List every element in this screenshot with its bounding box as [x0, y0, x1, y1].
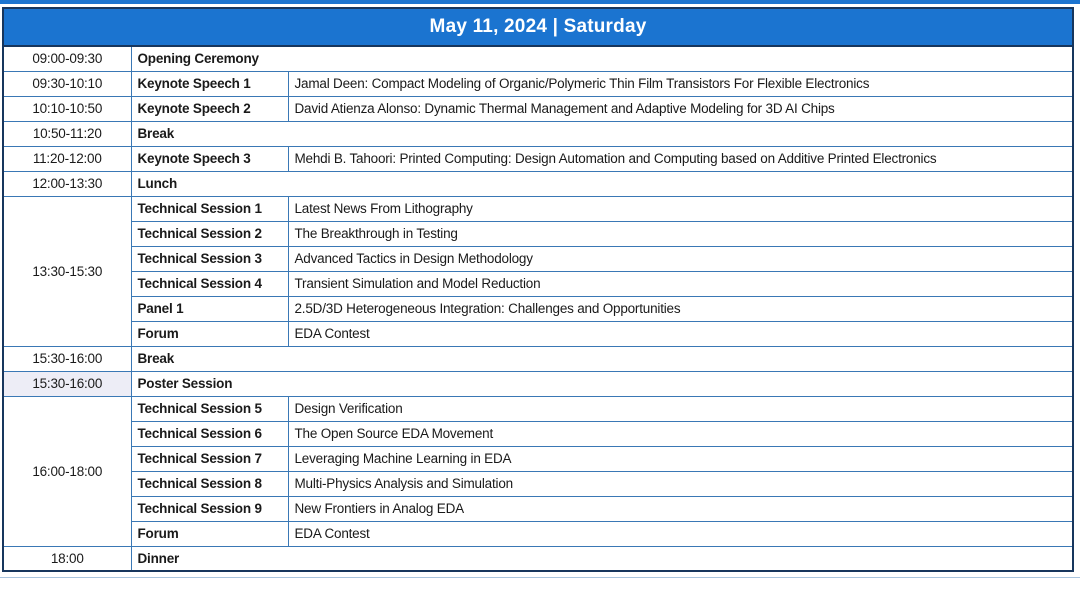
schedule-row: 18:00Dinner [3, 546, 1073, 571]
schedule-row: 12:00-13:30Lunch [3, 171, 1073, 196]
schedule-date-title: May 11, 2024 | Saturday [3, 8, 1073, 46]
session-cell: Panel 1 [131, 296, 288, 321]
description-cell: EDA Contest [288, 521, 1073, 546]
description-cell: New Frontiers in Analog EDA [288, 496, 1073, 521]
schedule-row: 11:20-12:00Keynote Speech 3Mehdi B. Taho… [3, 146, 1073, 171]
schedule-row: 10:10-10:50Keynote Speech 2David Atienza… [3, 96, 1073, 121]
time-cell: 10:10-10:50 [3, 96, 131, 121]
time-cell: 18:00 [3, 546, 131, 571]
schedule-row: 15:30-16:00Break [3, 346, 1073, 371]
schedule-row: 09:00-09:30Opening Ceremony [3, 46, 1073, 71]
time-cell: 13:30-15:30 [3, 196, 131, 346]
session-cell: Keynote Speech 2 [131, 96, 288, 121]
schedule-row: 13:30-15:30Technical Session 1Latest New… [3, 196, 1073, 221]
session-cell: Keynote Speech 1 [131, 71, 288, 96]
bottom-gridline [0, 577, 1080, 578]
session-cell: Technical Session 5 [131, 396, 288, 421]
schedule-row: 16:00-18:00Technical Session 5Design Ver… [3, 396, 1073, 421]
description-cell: Latest News From Lithography [288, 196, 1073, 221]
schedule-table: May 11, 2024 | Saturday 09:00-09:30Openi… [2, 7, 1074, 572]
schedule-row: Technical Session 3Advanced Tactics in D… [3, 246, 1073, 271]
session-cell: Opening Ceremony [131, 46, 1073, 71]
schedule-row: 15:30-16:00Poster Session [3, 371, 1073, 396]
description-cell: Multi-Physics Analysis and Simulation [288, 471, 1073, 496]
time-cell: 16:00-18:00 [3, 396, 131, 546]
session-cell: Technical Session 1 [131, 196, 288, 221]
description-cell: The Open Source EDA Movement [288, 421, 1073, 446]
time-cell: 09:00-09:30 [3, 46, 131, 71]
schedule-row: ForumEDA Contest [3, 521, 1073, 546]
top-accent-strip [0, 0, 1080, 4]
schedule-row: Technical Session 7Leveraging Machine Le… [3, 446, 1073, 471]
session-cell: Keynote Speech 3 [131, 146, 288, 171]
description-cell: Leveraging Machine Learning in EDA [288, 446, 1073, 471]
description-cell: Advanced Tactics in Design Methodology [288, 246, 1073, 271]
time-cell: 09:30-10:10 [3, 71, 131, 96]
schedule-header: May 11, 2024 | Saturday [3, 8, 1073, 46]
time-cell: 10:50-11:20 [3, 121, 131, 146]
description-cell: Transient Simulation and Model Reduction [288, 271, 1073, 296]
schedule-row: Technical Session 9New Frontiers in Anal… [3, 496, 1073, 521]
session-cell: Technical Session 2 [131, 221, 288, 246]
time-cell: 15:30-16:00 [3, 371, 131, 396]
session-cell: Technical Session 7 [131, 446, 288, 471]
session-cell: Lunch [131, 171, 1073, 196]
description-cell: Jamal Deen: Compact Modeling of Organic/… [288, 71, 1073, 96]
schedule-body: 09:00-09:30Opening Ceremony09:30-10:10Ke… [3, 46, 1073, 571]
session-cell: Poster Session [131, 371, 1073, 396]
schedule-row: 09:30-10:10Keynote Speech 1Jamal Deen: C… [3, 71, 1073, 96]
session-cell: Technical Session 9 [131, 496, 288, 521]
time-cell: 11:20-12:00 [3, 146, 131, 171]
session-cell: Forum [131, 521, 288, 546]
session-cell: Technical Session 6 [131, 421, 288, 446]
session-cell: Break [131, 346, 1073, 371]
schedule-row: Technical Session 2The Breakthrough in T… [3, 221, 1073, 246]
session-cell: Break [131, 121, 1073, 146]
description-cell: EDA Contest [288, 321, 1073, 346]
time-cell: 15:30-16:00 [3, 346, 131, 371]
description-cell: The Breakthrough in Testing [288, 221, 1073, 246]
description-cell: Design Verification [288, 396, 1073, 421]
schedule-row: ForumEDA Contest [3, 321, 1073, 346]
schedule-row: Technical Session 6The Open Source EDA M… [3, 421, 1073, 446]
session-cell: Forum [131, 321, 288, 346]
description-cell: 2.5D/3D Heterogeneous Integration: Chall… [288, 296, 1073, 321]
schedule-row: Technical Session 8Multi-Physics Analysi… [3, 471, 1073, 496]
session-cell: Dinner [131, 546, 1073, 571]
schedule-row: 10:50-11:20Break [3, 121, 1073, 146]
session-cell: Technical Session 4 [131, 271, 288, 296]
description-cell: Mehdi B. Tahoori: Printed Computing: Des… [288, 146, 1073, 171]
session-cell: Technical Session 8 [131, 471, 288, 496]
description-cell: David Atienza Alonso: Dynamic Thermal Ma… [288, 96, 1073, 121]
schedule-row: Panel 12.5D/3D Heterogeneous Integration… [3, 296, 1073, 321]
header-row: May 11, 2024 | Saturday [3, 8, 1073, 46]
schedule-row: Technical Session 4Transient Simulation … [3, 271, 1073, 296]
session-cell: Technical Session 3 [131, 246, 288, 271]
time-cell: 12:00-13:30 [3, 171, 131, 196]
